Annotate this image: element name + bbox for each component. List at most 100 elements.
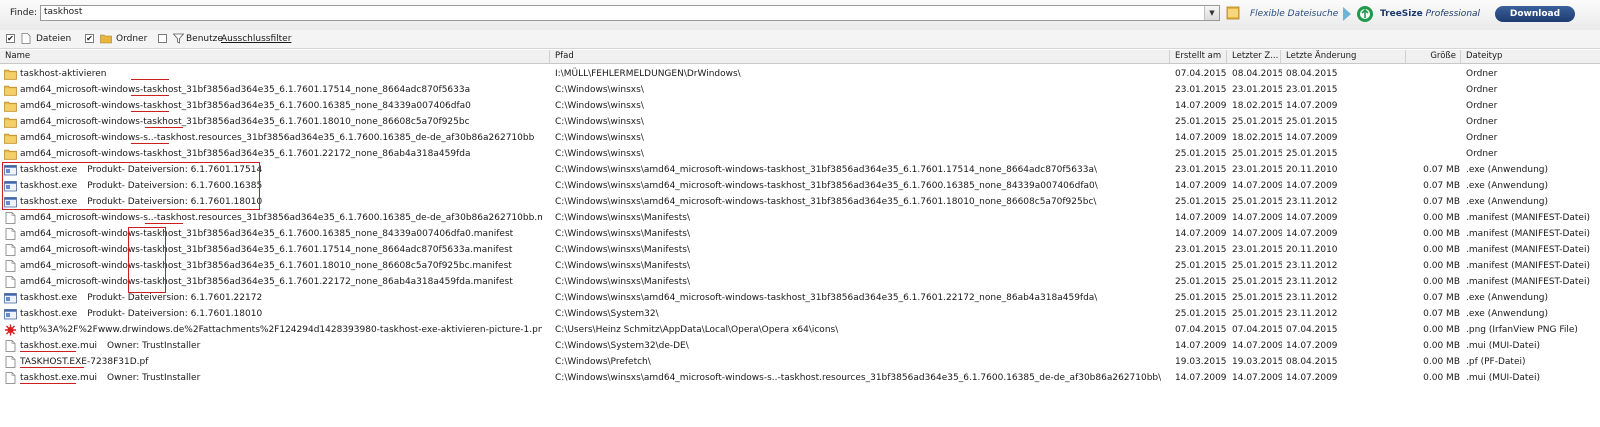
table-row[interactable]: TASKHOST.EXE-7238F31D.pf C:\Windows\Prefe…: [0, 354, 1600, 370]
search-input[interactable]: taskhost ▼: [40, 5, 1220, 21]
folders-checkbox[interactable]: ✔: [85, 34, 94, 43]
cell-path: C:\Windows\System32\: [555, 309, 659, 319]
table-row[interactable]: taskhost.exe Produkt- Dateiversion: 6.1.7…: [0, 290, 1600, 306]
cell-accessed: 08.04.2015: [1232, 69, 1282, 79]
cell-created: 23.01.2015: [1175, 165, 1227, 175]
table-row[interactable]: amd64_microsoft-windows-taskhost_31bf385…: [0, 242, 1600, 258]
search-dropdown-button[interactable]: ▼: [1204, 6, 1219, 20]
cell-name: taskhost.exe.mui Owner: TrustInstaller: [20, 370, 542, 386]
exclude-filter-link[interactable]: Ausschlussfilter: [221, 34, 291, 44]
search-toolbar: Finde: taskhost ▼ Flexible Dateisuche Tr…: [0, 0, 1600, 31]
table-row[interactable]: amd64_microsoft-windows-taskhost_31bf385…: [0, 98, 1600, 114]
cell-accessed: 19.03.2015: [1232, 357, 1282, 367]
table-row[interactable]: amd64_microsoft-windows-taskhost_31bf385…: [0, 114, 1600, 130]
cell-type: .exe (Anwendung): [1466, 197, 1549, 207]
cell-path: C:\Windows\winsxs\Manifests\: [555, 245, 690, 255]
column-header-modified[interactable]: Letzte Änderung: [1281, 50, 1406, 63]
cell-path: C:\Windows\Prefetch\: [555, 357, 651, 367]
cell-modified: 14.07.2009: [1286, 373, 1338, 383]
cell-accessed: 25.01.2015: [1232, 293, 1282, 303]
cell-path: C:\Windows\winsxs\amd64_microsoft-window…: [555, 293, 1098, 303]
cell-size: [1410, 98, 1460, 114]
cell-accessed: 23.01.2015: [1232, 245, 1282, 255]
cell-accessed: 23.01.2015: [1232, 85, 1282, 95]
annotation-underline: [131, 143, 169, 144]
file-name: taskhost-aktivieren: [20, 69, 107, 79]
cell-created: 14.07.2009: [1175, 213, 1227, 223]
file-icon: [5, 276, 16, 288]
column-header-path[interactable]: Pfad: [550, 50, 1170, 63]
column-header-name[interactable]: Name: [0, 50, 550, 63]
cell-type: .manifest (MANIFEST-Datei): [1466, 277, 1590, 287]
treesize-product-name: TreeSize Professional: [1380, 9, 1480, 19]
annotation-underline: [145, 223, 183, 224]
table-row[interactable]: taskhost.exe Produkt- Dateiversion: 6.1.7…: [0, 306, 1600, 322]
cell-name: TASKHOST.EXE-7238F31D.pf: [20, 354, 542, 370]
column-header-type[interactable]: Dateityp: [1461, 50, 1600, 63]
column-header-created[interactable]: Erstellt am: [1170, 50, 1227, 63]
cell-accessed: 14.07.2009: [1232, 181, 1282, 191]
browse-folder-icon[interactable]: [1226, 5, 1240, 21]
table-row[interactable]: taskhost.exe.mui Owner: TrustInstaller C:\…: [0, 338, 1600, 354]
cell-path: C:\Windows\winsxs\amd64_microsoft-window…: [555, 181, 1098, 191]
table-row[interactable]: http%3A%2F%2Fwww.drwindows.de%2Fattachme…: [0, 322, 1600, 338]
table-row[interactable]: taskhost-aktivieren I:\MÜLL\FEHLERMELDUNG…: [0, 66, 1600, 82]
cell-created: 23.01.2015: [1175, 85, 1227, 95]
cell-name: amd64_microsoft-windows-taskhost_31bf385…: [20, 82, 542, 98]
cell-type: .png (IrfanView PNG File): [1466, 325, 1578, 335]
cell-size: 0.00 MB: [1423, 277, 1460, 287]
flexible-search-label[interactable]: Flexible Dateisuche: [1250, 9, 1338, 19]
cell-modified: 08.04.2015: [1286, 357, 1338, 367]
table-row[interactable]: amd64_microsoft-windows-taskhost_31bf385…: [0, 274, 1600, 290]
file-name: TASKHOST.EXE-7238F31D.pf: [20, 357, 149, 367]
cell-size: 0.00 MB: [1423, 213, 1460, 223]
cell-name: http%3A%2F%2Fwww.drwindows.de%2Fattachme…: [20, 322, 542, 338]
table-row[interactable]: amd64_microsoft-windows-s..-taskhost.res…: [0, 130, 1600, 146]
cell-created: 25.01.2015: [1175, 261, 1227, 271]
file-name: amd64_microsoft-windows-taskhost_31bf385…: [20, 85, 471, 95]
cell-created: 25.01.2015: [1175, 117, 1227, 127]
cell-size: 0.00 MB: [1423, 325, 1460, 335]
cell-accessed: 14.07.2009: [1232, 213, 1282, 223]
column-header-accessed[interactable]: Letzter Z...: [1227, 50, 1281, 63]
cell-path: C:\Windows\winsxs\Manifests\: [555, 229, 690, 239]
file-name: taskhost.exe.mui: [20, 373, 98, 383]
cell-accessed: 25.01.2015: [1232, 197, 1282, 207]
cell-created: 14.07.2009: [1175, 133, 1227, 143]
cell-accessed: 14.07.2009: [1232, 341, 1282, 351]
use-filter-checkbox[interactable]: [158, 34, 167, 43]
file-icon: [21, 33, 31, 44]
cell-size: [1410, 130, 1460, 146]
table-row[interactable]: amd64_microsoft-windows-taskhost_31bf385…: [0, 146, 1600, 162]
download-button[interactable]: Download: [1495, 6, 1575, 22]
file-icon: [5, 228, 16, 240]
cell-modified: 14.07.2009: [1286, 341, 1338, 351]
cell-created: 19.03.2015: [1175, 357, 1227, 367]
folder-icon: [4, 101, 17, 112]
cell-path: C:\Users\Heinz Schmitz\AppData\Local\Ope…: [555, 325, 839, 335]
cell-type: .exe (Anwendung): [1466, 181, 1549, 191]
table-row[interactable]: amd64_microsoft-windows-taskhost_31bf385…: [0, 258, 1600, 274]
exe-file-icon: [4, 293, 17, 304]
table-row[interactable]: taskhost.exe.mui Owner: TrustInstaller C:\…: [0, 370, 1600, 386]
cell-modified: 23.01.2015: [1286, 85, 1338, 95]
table-row[interactable]: amd64_microsoft-windows-taskhost_31bf385…: [0, 226, 1600, 242]
cell-path: C:\Windows\winsxs\amd64_microsoft-window…: [555, 373, 1162, 383]
column-header-size[interactable]: Größe: [1406, 50, 1461, 63]
cell-created: 07.04.2015: [1175, 325, 1227, 335]
table-row[interactable]: amd64_microsoft-windows-s..-taskhost.res…: [0, 210, 1600, 226]
file-note: Produkt- Dateiversion: 6.1.7601.22172: [87, 293, 263, 303]
cell-modified: 20.11.2010: [1286, 165, 1338, 175]
file-name: taskhost.exe: [20, 309, 78, 319]
cell-created: 14.07.2009: [1175, 181, 1227, 191]
cell-created: 14.07.2009: [1175, 101, 1227, 111]
cell-modified: 23.11.2012: [1286, 197, 1338, 207]
cell-created: 25.01.2015: [1175, 309, 1227, 319]
cell-accessed: 23.01.2015: [1232, 165, 1282, 175]
file-note: Owner: TrustInstaller: [107, 373, 201, 383]
cell-type: .exe (Anwendung): [1466, 165, 1549, 175]
table-row[interactable]: amd64_microsoft-windows-taskhost_31bf385…: [0, 82, 1600, 98]
files-checkbox[interactable]: ✔: [6, 34, 15, 43]
cell-name: amd64_microsoft-windows-taskhost_31bf385…: [20, 98, 542, 114]
cell-type: Ordner: [1466, 69, 1498, 79]
